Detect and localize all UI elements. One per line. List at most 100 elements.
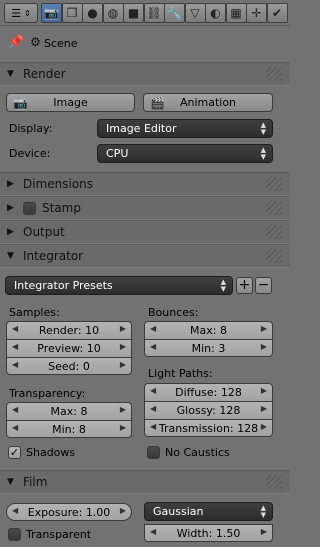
render-image-button[interactable]: 📷 Image [6,93,135,112]
drag-grip-icon[interactable] [266,225,282,239]
seed-field[interactable]: ◀ Seed: 0 ▶ [6,357,132,375]
updown-arrow-icon: ▲ ▼ [260,120,266,136]
increment-arrow-icon[interactable]: ▶ [120,342,126,351]
pin-icon[interactable]: 📌 [8,35,24,50]
add-preset-button[interactable]: + [236,277,253,294]
decrement-arrow-icon[interactable]: ◀ [12,423,18,432]
decrement-arrow-icon[interactable]: ◀ [150,342,156,351]
expanded-triangle-icon: ▼ [7,251,14,261]
editor-type-selector[interactable]: ☰ ⇕ [4,3,38,23]
layers-icon: ❐ [66,6,78,20]
increment-arrow-icon[interactable]: ▶ [261,527,267,536]
decrement-arrow-icon[interactable]: ◀ [150,386,156,395]
output-panel-header[interactable]: ▶ Output [0,220,290,244]
render-layers-tab[interactable]: ❐ [61,3,83,23]
bounces-max-field[interactable]: ◀ Max: 8 ▶ [144,321,273,339]
scene-tab[interactable]: ● [82,3,103,23]
diffuse-field[interactable]: ◀ Diffuse: 128 ▶ [144,383,273,401]
render-tab[interactable]: 📷 [41,3,62,23]
display-dropdown[interactable]: Image Editor ▲ ▼ [97,119,273,138]
samples-label: Samples: [9,306,60,319]
dimensions-panel-header[interactable]: ▶ Dimensions [0,172,290,196]
increment-arrow-icon[interactable]: ▶ [261,342,267,351]
render-samples-field[interactable]: ◀ Render: 10 ▶ [6,321,132,339]
drag-grip-icon[interactable] [266,249,282,263]
scene-icon: ● [87,6,98,20]
physics-icon: ✔ [271,6,283,20]
preview-samples-field[interactable]: ◀ Preview: 10 ▶ [6,339,132,357]
properties-toolbar: ☰ ⇕ 📷 ❐ ● ◍ ■ ⛓ 🔧 ▽ ◐ ▦ ✛ ✔ [0,0,290,26]
link-icon: ⛓ [146,6,162,20]
wrench-icon: 🔧 [167,6,182,20]
remove-preset-button[interactable]: − [255,277,272,294]
film-panel-header[interactable]: ▼ Film [0,470,290,494]
render-animation-button[interactable]: 🎬 Animation [143,93,273,112]
data-tab[interactable]: ▽ [184,3,206,23]
bounces-label: Bounces: [148,306,199,319]
constraints-tab[interactable]: ⛓ [143,3,165,23]
object-tab[interactable]: ■ [123,3,144,23]
drag-grip-icon[interactable] [266,201,282,215]
world-tab[interactable]: ◍ [102,3,124,23]
decrement-arrow-icon[interactable]: ◀ [12,342,18,351]
increment-arrow-icon[interactable]: ▶ [261,422,267,431]
camera-icon: 📷 [44,6,59,20]
panel-title: Stamp [42,201,81,215]
drag-grip-icon[interactable] [266,67,282,81]
increment-arrow-icon[interactable]: ▶ [120,405,126,414]
filter-width-field[interactable]: ◀ Width: 1.50 ▶ [144,524,273,542]
panel-title: Film [23,475,48,489]
texture-icon: ▦ [230,6,242,20]
mesh-data-icon: ▽ [190,6,200,20]
clapperboard-icon: 🎬 [150,96,165,110]
transparent-checkbox[interactable] [8,528,21,541]
increment-arrow-icon[interactable]: ▶ [120,506,126,515]
expanded-triangle-icon: ▼ [7,69,14,79]
integrator-presets-dropdown[interactable]: Integrator Presets ▲ ▼ [5,276,233,295]
no-caustics-checkbox[interactable] [147,446,160,459]
world-icon: ◍ [107,6,119,20]
collapsed-triangle-icon: ▶ [7,227,14,237]
modifiers-tab[interactable]: 🔧 [164,3,185,23]
drag-grip-icon[interactable] [266,177,282,191]
transparency-max-field[interactable]: ◀ Max: 8 ▶ [6,402,132,420]
decrement-arrow-icon[interactable]: ◀ [12,506,18,515]
material-tab[interactable]: ◐ [205,3,226,23]
bounces-min-field[interactable]: ◀ Min: 3 ▶ [144,339,273,357]
decrement-arrow-icon[interactable]: ◀ [150,527,156,536]
increment-arrow-icon[interactable]: ▶ [120,360,126,369]
transparency-min-field[interactable]: ◀ Min: 8 ▶ [6,420,132,438]
filter-type-dropdown[interactable]: Gaussian ▲ ▼ [144,502,273,521]
decrement-arrow-icon[interactable]: ◀ [150,422,156,431]
decrement-arrow-icon[interactable]: ◀ [12,405,18,414]
decrement-arrow-icon[interactable]: ◀ [12,324,18,333]
integrator-panel-header[interactable]: ▼ Integrator [0,244,290,268]
exposure-field[interactable]: ◀ Exposure: 1.00 ▶ [6,503,132,521]
shadows-checkbox[interactable]: ✓ [8,446,21,459]
transparent-label: Transparent [26,528,92,541]
drag-grip-icon[interactable] [266,475,282,489]
updown-arrow-icon[interactable]: ▲ ▼ [261,503,266,520]
particles-tab[interactable]: ✛ [246,3,267,23]
stamp-checkbox[interactable] [23,201,36,215]
texture-tab[interactable]: ▦ [225,3,247,23]
particles-icon: ✛ [251,6,262,20]
decrement-arrow-icon[interactable]: ◀ [150,404,156,413]
glossy-field[interactable]: ◀ Glossy: 128 ▶ [144,401,273,419]
render-panel-header[interactable]: ▼ Render [0,62,290,86]
collapsed-triangle-icon: ▶ [7,203,14,213]
physics-tab[interactable]: ✔ [266,3,288,23]
decrement-arrow-icon[interactable]: ◀ [12,360,18,369]
stamp-panel-header[interactable]: ▶ Stamp [0,196,290,220]
transmission-field[interactable]: ◀ Transmission: 128 ▶ [144,419,273,437]
increment-arrow-icon[interactable]: ▶ [261,386,267,395]
cube-icon: ■ [127,6,140,20]
display-label: Display: [9,122,53,135]
increment-arrow-icon[interactable]: ▶ [120,324,126,333]
collapsed-triangle-icon: ▶ [7,179,14,189]
device-dropdown[interactable]: CPU ▲ ▼ [97,144,273,163]
decrement-arrow-icon[interactable]: ◀ [150,324,156,333]
increment-arrow-icon[interactable]: ▶ [261,324,267,333]
increment-arrow-icon[interactable]: ▶ [261,404,267,413]
increment-arrow-icon[interactable]: ▶ [120,423,126,432]
